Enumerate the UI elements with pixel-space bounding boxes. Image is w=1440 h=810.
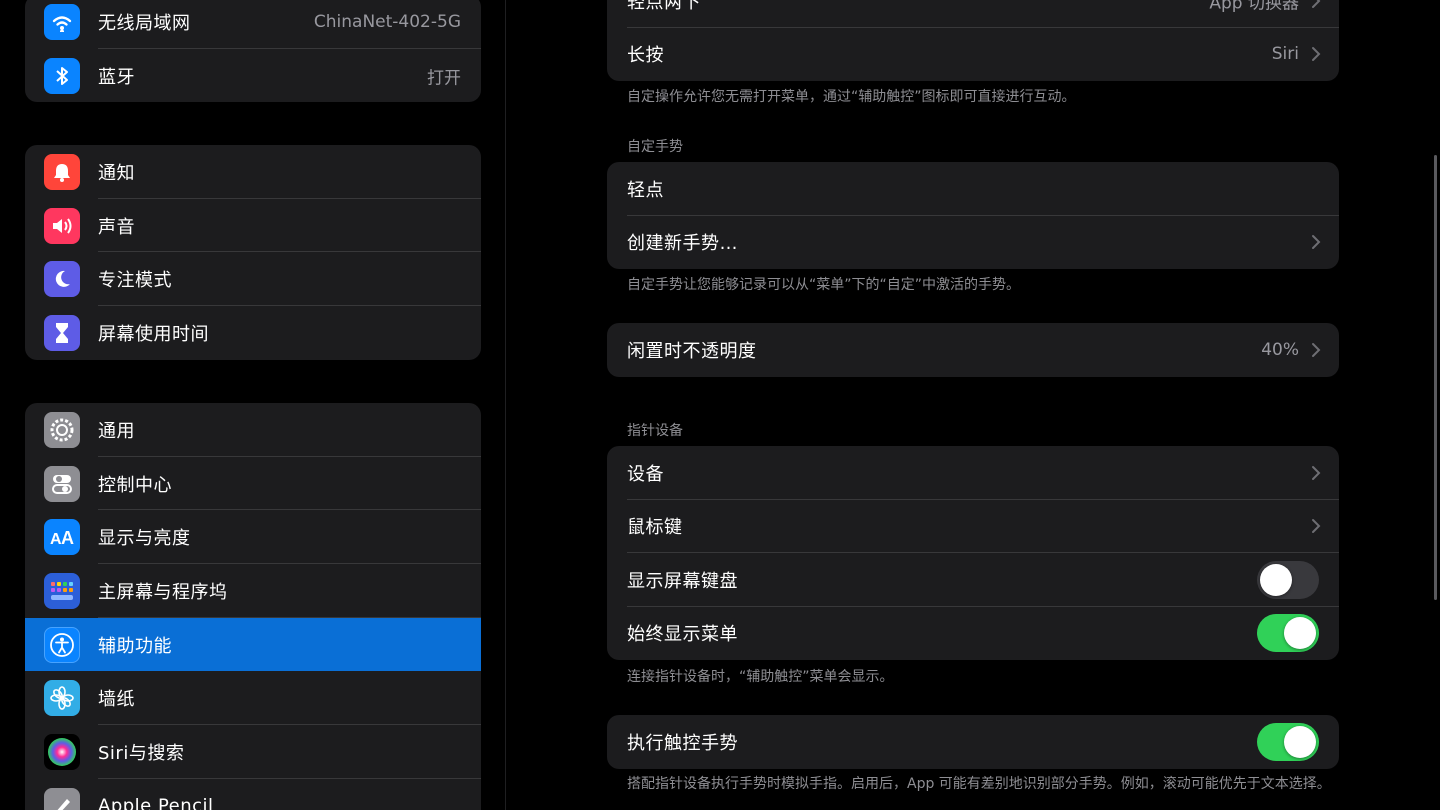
sidebar-item-label: 专注模式 <box>98 270 172 292</box>
sidebar-group-connectivity: 无线局域网 ChinaNet-402-5G 蓝牙 打开 <box>25 0 481 103</box>
sidebar-item-label: 显示与亮度 <box>98 528 191 550</box>
sidebar-item-label: Siri与搜索 <box>98 742 185 764</box>
settings-window: 无线局域网 ChinaNet-402-5G 蓝牙 打开 通知 声音 专注模式 屏… <box>0 0 1440 810</box>
chevron-right-icon <box>1312 235 1321 250</box>
actions-card: 轻点两下 App 切换器 长按 Siri <box>607 0 1339 81</box>
long-press-row[interactable]: 长按 Siri <box>607 28 1339 82</box>
always-show-menu-toggle[interactable] <box>1257 614 1319 653</box>
tap-gesture-row[interactable]: 轻点 <box>607 162 1339 216</box>
show-onscreen-keyboard-row: 显示屏幕键盘 <box>607 553 1339 607</box>
sidebar-item-sounds[interactable]: 声音 <box>25 199 481 253</box>
toggle-knob <box>1260 563 1292 596</box>
toggle-knob <box>1284 725 1316 758</box>
devices-row[interactable]: 设备 <box>607 446 1339 500</box>
svg-text:A: A <box>61 528 74 547</box>
perform-touch-gestures-toggle[interactable] <box>1257 722 1319 761</box>
actions-footnote: 自定操作允许您无需打开菜单，通过“辅助触控”图标即可直接进行互动。 <box>627 89 1076 105</box>
touch-gestures-footnote: 搭配指针设备执行手势时模拟手指。启用后，App 可能有差别地识别部分手势。例如，… <box>627 776 1331 792</box>
row-label: 显示屏幕键盘 <box>627 570 738 592</box>
row-label: 始终显示菜单 <box>627 624 738 646</box>
sidebar-item-label: 无线局域网 <box>98 12 191 34</box>
sidebar-item-screen-time[interactable]: 屏幕使用时间 <box>25 306 481 360</box>
home-grid-icon <box>44 572 80 609</box>
sidebar-item-wifi[interactable]: 无线局域网 ChinaNet-402-5G <box>25 0 481 49</box>
row-value: 40% <box>1261 339 1299 360</box>
row-label: 创建新手势… <box>627 233 738 255</box>
custom-gestures-footnote: 自定手势让您能够记录可以从“菜单”下的“自定”中激活的手势。 <box>627 277 1021 293</box>
sidebar-item-label: 控制中心 <box>98 474 172 496</box>
flower-icon <box>44 680 80 717</box>
sidebar-item-accessibility[interactable]: 辅助功能 <box>25 617 481 672</box>
sidebar-item-control-center[interactable]: 控制中心 <box>25 457 481 511</box>
row-label: 执行触控手势 <box>627 732 738 754</box>
sidebar-group-general: 通用 控制中心 AA 显示与亮度 主屏幕与程序坞 辅助功能 墙纸 Siri与搜索… <box>25 403 481 810</box>
sidebar-item-label: 声音 <box>98 216 135 238</box>
sidebar-group-notifications: 通知 声音 专注模式 屏幕使用时间 <box>25 145 481 360</box>
siri-icon <box>44 733 80 770</box>
row-value: Siri <box>1271 44 1299 65</box>
chevron-right-icon <box>1312 0 1321 8</box>
wifi-icon <box>44 3 80 40</box>
moon-icon <box>44 261 80 298</box>
pointer-devices-header: 指针设备 <box>627 423 683 439</box>
gear-icon <box>44 411 80 448</box>
scrollbar[interactable] <box>1434 155 1437 600</box>
hourglass-icon <box>44 314 80 351</box>
bluetooth-status-value: 打开 <box>427 68 461 89</box>
sidebar-item-label: 主屏幕与程序坞 <box>98 581 228 603</box>
mouse-keys-row[interactable]: 鼠标键 <box>607 500 1339 553</box>
sidebar-item-label: 墙纸 <box>98 689 135 711</box>
wifi-network-value: ChinaNet-402-5G <box>313 11 461 32</box>
pointer-devices-footnote: 连接指针设备时，“辅助触控”菜单会显示。 <box>627 669 894 685</box>
sidebar-item-wallpaper[interactable]: 墙纸 <box>25 671 481 726</box>
row-label: 轻点两下 <box>627 0 701 13</box>
sidebar-item-bluetooth[interactable]: 蓝牙 打开 <box>25 49 481 103</box>
row-label: 长按 <box>627 45 664 67</box>
idle-opacity-row[interactable]: 闲置时不透明度 40% <box>607 323 1339 377</box>
toggle-knob <box>1284 617 1316 650</box>
sidebar-item-label: 蓝牙 <box>98 66 135 88</box>
sidebar: 无线局域网 ChinaNet-402-5G 蓝牙 打开 通知 声音 专注模式 屏… <box>0 0 505 810</box>
pencil-icon <box>44 787 80 810</box>
chevron-right-icon <box>1312 342 1321 357</box>
sidebar-item-label: 通知 <box>98 162 135 184</box>
row-label: 鼠标键 <box>627 517 683 539</box>
pointer-devices-card: 设备 鼠标键 显示屏幕键盘 始终显示菜单 <box>607 446 1339 660</box>
sidebar-item-label: 辅助功能 <box>98 635 172 657</box>
sidebar-item-notifications[interactable]: 通知 <box>25 145 481 199</box>
row-value: App 切换器 <box>1209 0 1299 14</box>
row-label: 设备 <box>627 463 664 485</box>
accessibility-icon <box>44 626 80 663</box>
chevron-right-icon <box>1312 519 1321 534</box>
detail-pane: 轻点两下 App 切换器 长按 Siri 自定操作允许您无需打开菜单，通过“辅助… <box>506 0 1440 810</box>
custom-gestures-card: 轻点 创建新手势… <box>607 162 1339 269</box>
sidebar-item-home-screen[interactable]: 主屏幕与程序坞 <box>25 564 481 618</box>
chevron-right-icon <box>1312 465 1321 480</box>
bluetooth-icon <box>44 57 80 94</box>
custom-gestures-header: 自定手势 <box>627 139 683 155</box>
create-gesture-row[interactable]: 创建新手势… <box>607 216 1339 270</box>
double-tap-row[interactable]: 轻点两下 App 切换器 <box>607 0 1339 28</box>
always-show-menu-row: 始终显示菜单 <box>607 607 1339 661</box>
sidebar-item-display[interactable]: AA 显示与亮度 <box>25 510 481 565</box>
text-size-icon: AA <box>44 519 80 556</box>
sidebar-item-apple-pencil[interactable]: Apple Pencil <box>25 779 481 810</box>
sidebar-item-label: Apple Pencil <box>98 795 214 810</box>
opacity-card: 闲置时不透明度 40% <box>607 323 1339 377</box>
speaker-icon <box>44 207 80 244</box>
row-label: 闲置时不透明度 <box>627 340 757 362</box>
sidebar-item-siri[interactable]: Siri与搜索 <box>25 725 481 779</box>
show-keyboard-toggle[interactable] <box>1257 560 1319 599</box>
sidebar-item-general[interactable]: 通用 <box>25 403 481 457</box>
touch-gestures-card: 执行触控手势 <box>607 715 1339 769</box>
sidebar-item-label: 通用 <box>98 420 135 442</box>
chevron-right-icon <box>1312 47 1321 62</box>
sidebar-item-focus[interactable]: 专注模式 <box>25 252 481 307</box>
bell-icon <box>44 153 80 190</box>
perform-touch-gestures-row: 执行触控手势 <box>607 715 1339 769</box>
sidebar-item-label: 屏幕使用时间 <box>98 323 209 345</box>
row-label: 轻点 <box>627 179 664 201</box>
toggles-icon <box>44 465 80 502</box>
